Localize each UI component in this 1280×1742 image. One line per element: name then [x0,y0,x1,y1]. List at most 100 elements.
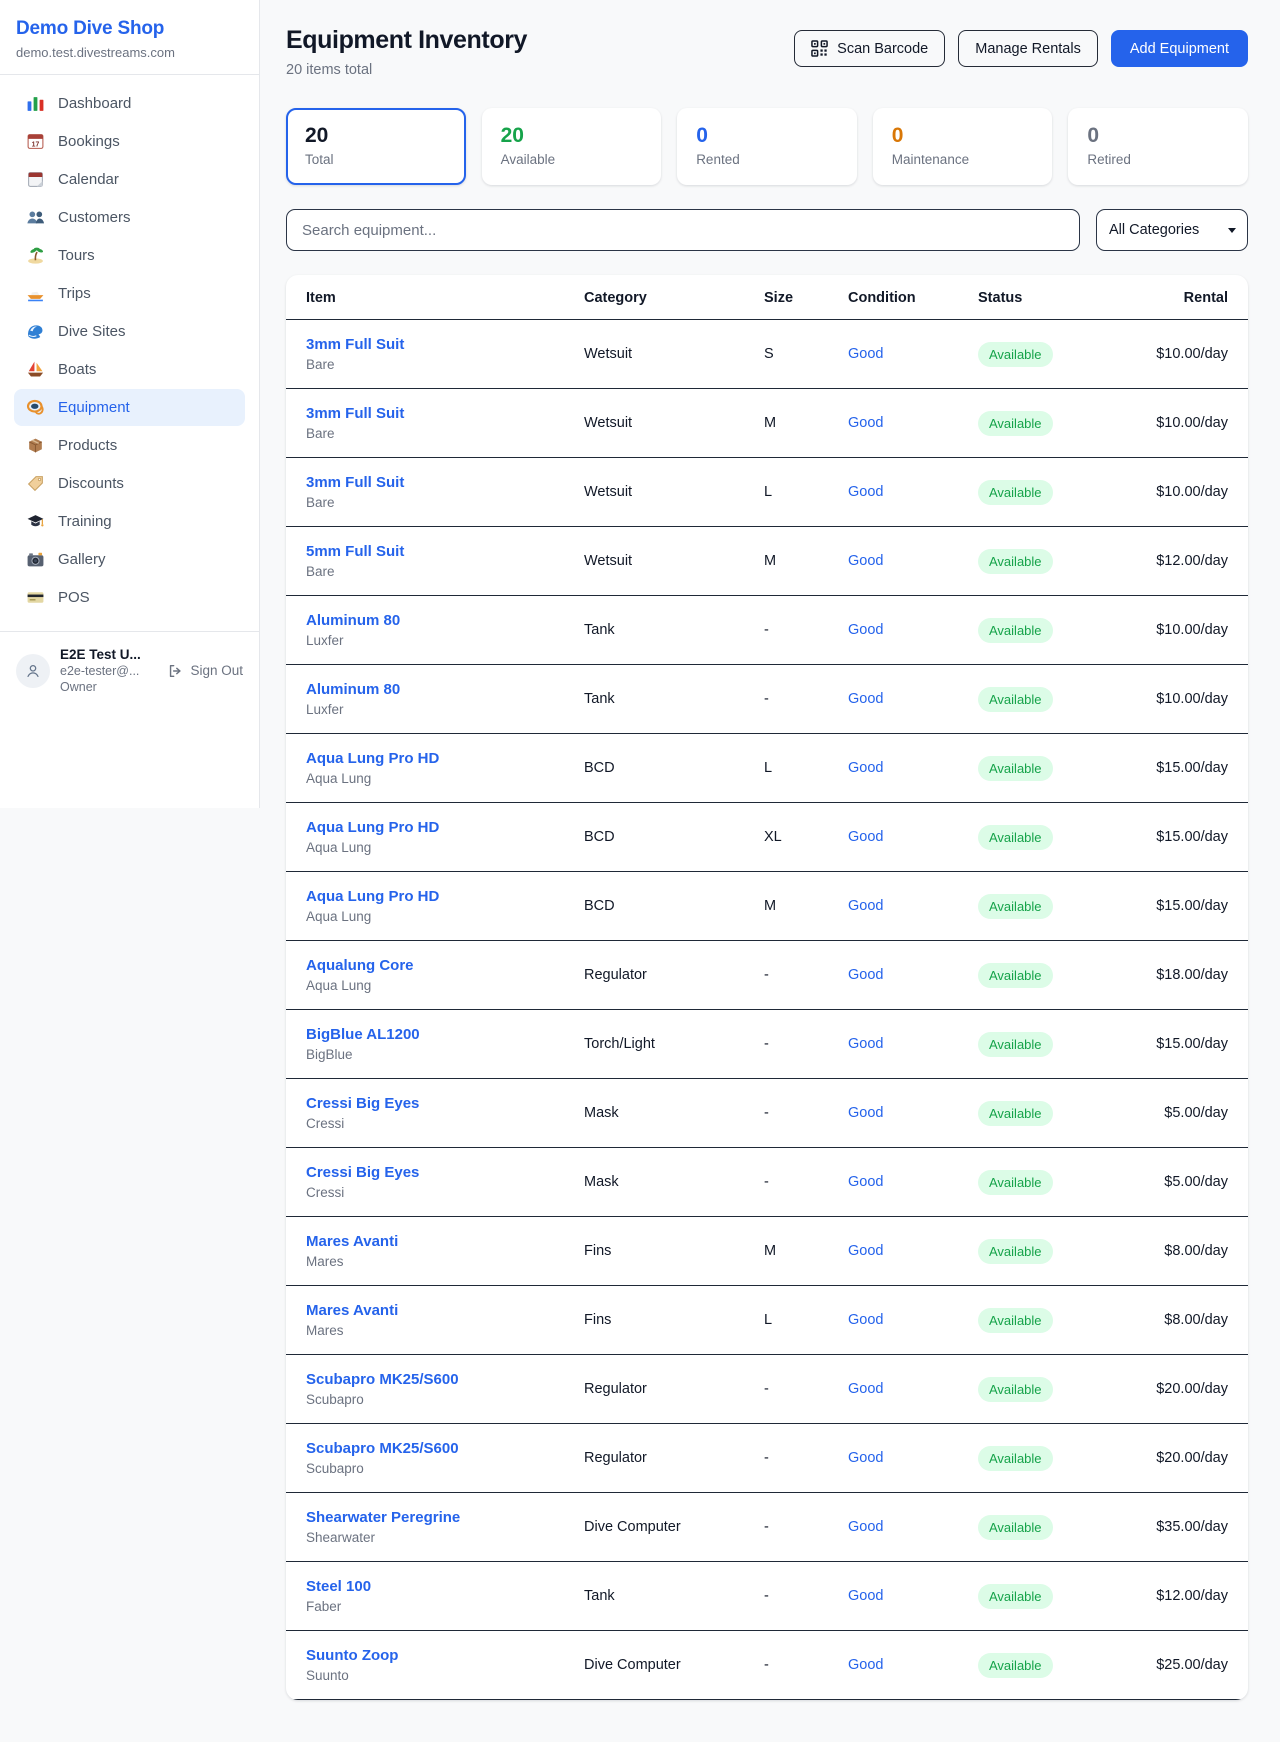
sidebar-item-equipment[interactable]: Equipment [14,389,245,426]
condition-link[interactable]: Good [848,1105,883,1121]
sign-out-button[interactable]: Sign Out [167,663,243,679]
condition-link[interactable]: Good [848,553,883,569]
column-header-rental: Rental [1108,275,1248,320]
sidebar-item-gallery[interactable]: Gallery [14,541,245,578]
rental-rate: $5.00/day [1108,1079,1248,1148]
item-size: L [748,734,832,803]
sidebar-nav: Dashboard 17 Bookings Calendar Customers… [0,75,259,621]
item-name-link[interactable]: Shearwater Peregrine [306,1509,552,1526]
stat-card-total[interactable]: 20 Total [286,108,466,185]
condition-link[interactable]: Good [848,1450,883,1466]
condition-link[interactable]: Good [848,1657,883,1673]
scan-barcode-button[interactable]: Scan Barcode [794,30,945,67]
item-name-link[interactable]: Scubapro MK25/S600 [306,1371,552,1388]
condition-link[interactable]: Good [848,967,883,983]
status-badge: Available [978,1377,1053,1402]
condition-link[interactable]: Good [848,1036,883,1052]
condition-link[interactable]: Good [848,415,883,431]
item-name-link[interactable]: Cressi Big Eyes [306,1095,552,1112]
status-badge: Available [978,342,1053,367]
sidebar-item-label: Dive Sites [58,323,126,340]
user-name: E2E Test U... [60,647,157,662]
table-body: 3mm Full Suit Bare Wetsuit S Good Availa… [286,320,1248,1700]
sidebar-item-boats[interactable]: Boats [14,351,245,388]
user-section: E2E Test U... e2e-tester@... Owner Sign … [0,631,259,709]
barcode-scan-icon [811,40,828,57]
item-name-link[interactable]: Aluminum 80 [306,612,552,629]
item-name-link[interactable]: Steel 100 [306,1578,552,1595]
sidebar-item-label: Calendar [58,171,119,188]
dive-sites-icon [26,322,45,341]
rental-rate: $25.00/day [1108,1631,1248,1700]
condition-link[interactable]: Good [848,898,883,914]
column-header-status: Status [962,275,1108,320]
sidebar-item-dashboard[interactable]: Dashboard [14,85,245,122]
status-badge: Available [978,963,1053,988]
item-name-link[interactable]: Cressi Big Eyes [306,1164,552,1181]
sidebar-item-calendar[interactable]: Calendar [14,161,245,198]
condition-link[interactable]: Good [848,1381,883,1397]
status-badge: Available [978,1446,1053,1471]
table-row: Aqua Lung Pro HD Aqua Lung BCD M Good Av… [286,872,1248,941]
condition-link[interactable]: Good [848,1588,883,1604]
rental-rate: $10.00/day [1108,596,1248,665]
condition-link[interactable]: Good [848,622,883,638]
item-name-link[interactable]: 5mm Full Suit [306,543,552,560]
sidebar-item-customers[interactable]: Customers [14,199,245,236]
item-name-link[interactable]: 3mm Full Suit [306,405,552,422]
item-name-link[interactable]: BigBlue AL1200 [306,1026,552,1043]
item-brand: Aqua Lung [306,771,552,786]
item-name-link[interactable]: Mares Avanti [306,1302,552,1319]
sidebar-item-label: Equipment [58,399,130,416]
stat-card-available[interactable]: 20 Available [482,108,662,185]
stat-card-maintenance[interactable]: 0 Maintenance [873,108,1053,185]
condition-link[interactable]: Good [848,1519,883,1535]
status-badge: Available [978,1170,1053,1195]
sidebar-item-products[interactable]: Products [14,427,245,464]
item-name-link[interactable]: Scubapro MK25/S600 [306,1440,552,1457]
item-size: - [748,1424,832,1493]
sidebar-item-training[interactable]: Training [14,503,245,540]
item-category: Wetsuit [568,458,748,527]
sidebar-item-pos[interactable]: POS [14,579,245,616]
sidebar-item-discounts[interactable]: Discounts [14,465,245,502]
condition-link[interactable]: Good [848,691,883,707]
item-size: - [748,1010,832,1079]
item-name-link[interactable]: Aqualung Core [306,957,552,974]
item-name-link[interactable]: Mares Avanti [306,1233,552,1250]
item-brand: Luxfer [306,633,552,648]
item-name-link[interactable]: Aqua Lung Pro HD [306,819,552,836]
stat-card-rented[interactable]: 0 Rented [677,108,857,185]
category-select[interactable]: All Categories [1096,209,1248,251]
condition-link[interactable]: Good [848,1312,883,1328]
condition-link[interactable]: Good [848,346,883,362]
item-name-link[interactable]: Aluminum 80 [306,681,552,698]
stat-value: 0 [1087,124,1229,148]
item-name-link[interactable]: Aqua Lung Pro HD [306,888,552,905]
condition-link[interactable]: Good [848,760,883,776]
item-name-link[interactable]: 3mm Full Suit [306,474,552,491]
equipment-table-card: Item Category Size Condition Status Rent… [286,275,1248,1700]
item-name-link[interactable]: 3mm Full Suit [306,336,552,353]
sidebar-item-bookings[interactable]: 17 Bookings [14,123,245,160]
condition-link[interactable]: Good [848,1174,883,1190]
status-badge: Available [978,480,1053,505]
item-brand: Suunto [306,1668,552,1683]
sidebar-item-label: Products [58,437,117,454]
table-row: Aqua Lung Pro HD Aqua Lung BCD L Good Av… [286,734,1248,803]
condition-link[interactable]: Good [848,484,883,500]
search-input[interactable] [286,209,1080,251]
column-header-condition: Condition [832,275,962,320]
sidebar-item-dive-sites[interactable]: Dive Sites [14,313,245,350]
item-brand: Luxfer [306,702,552,717]
stat-card-retired[interactable]: 0 Retired [1068,108,1248,185]
item-name-link[interactable]: Suunto Zoop [306,1647,552,1664]
item-brand: Cressi [306,1185,552,1200]
condition-link[interactable]: Good [848,1243,883,1259]
add-equipment-button[interactable]: Add Equipment [1111,30,1248,67]
sidebar-item-tours[interactable]: Tours [14,237,245,274]
condition-link[interactable]: Good [848,829,883,845]
item-name-link[interactable]: Aqua Lung Pro HD [306,750,552,767]
sidebar-item-trips[interactable]: Trips [14,275,245,312]
manage-rentals-button[interactable]: Manage Rentals [958,30,1098,67]
